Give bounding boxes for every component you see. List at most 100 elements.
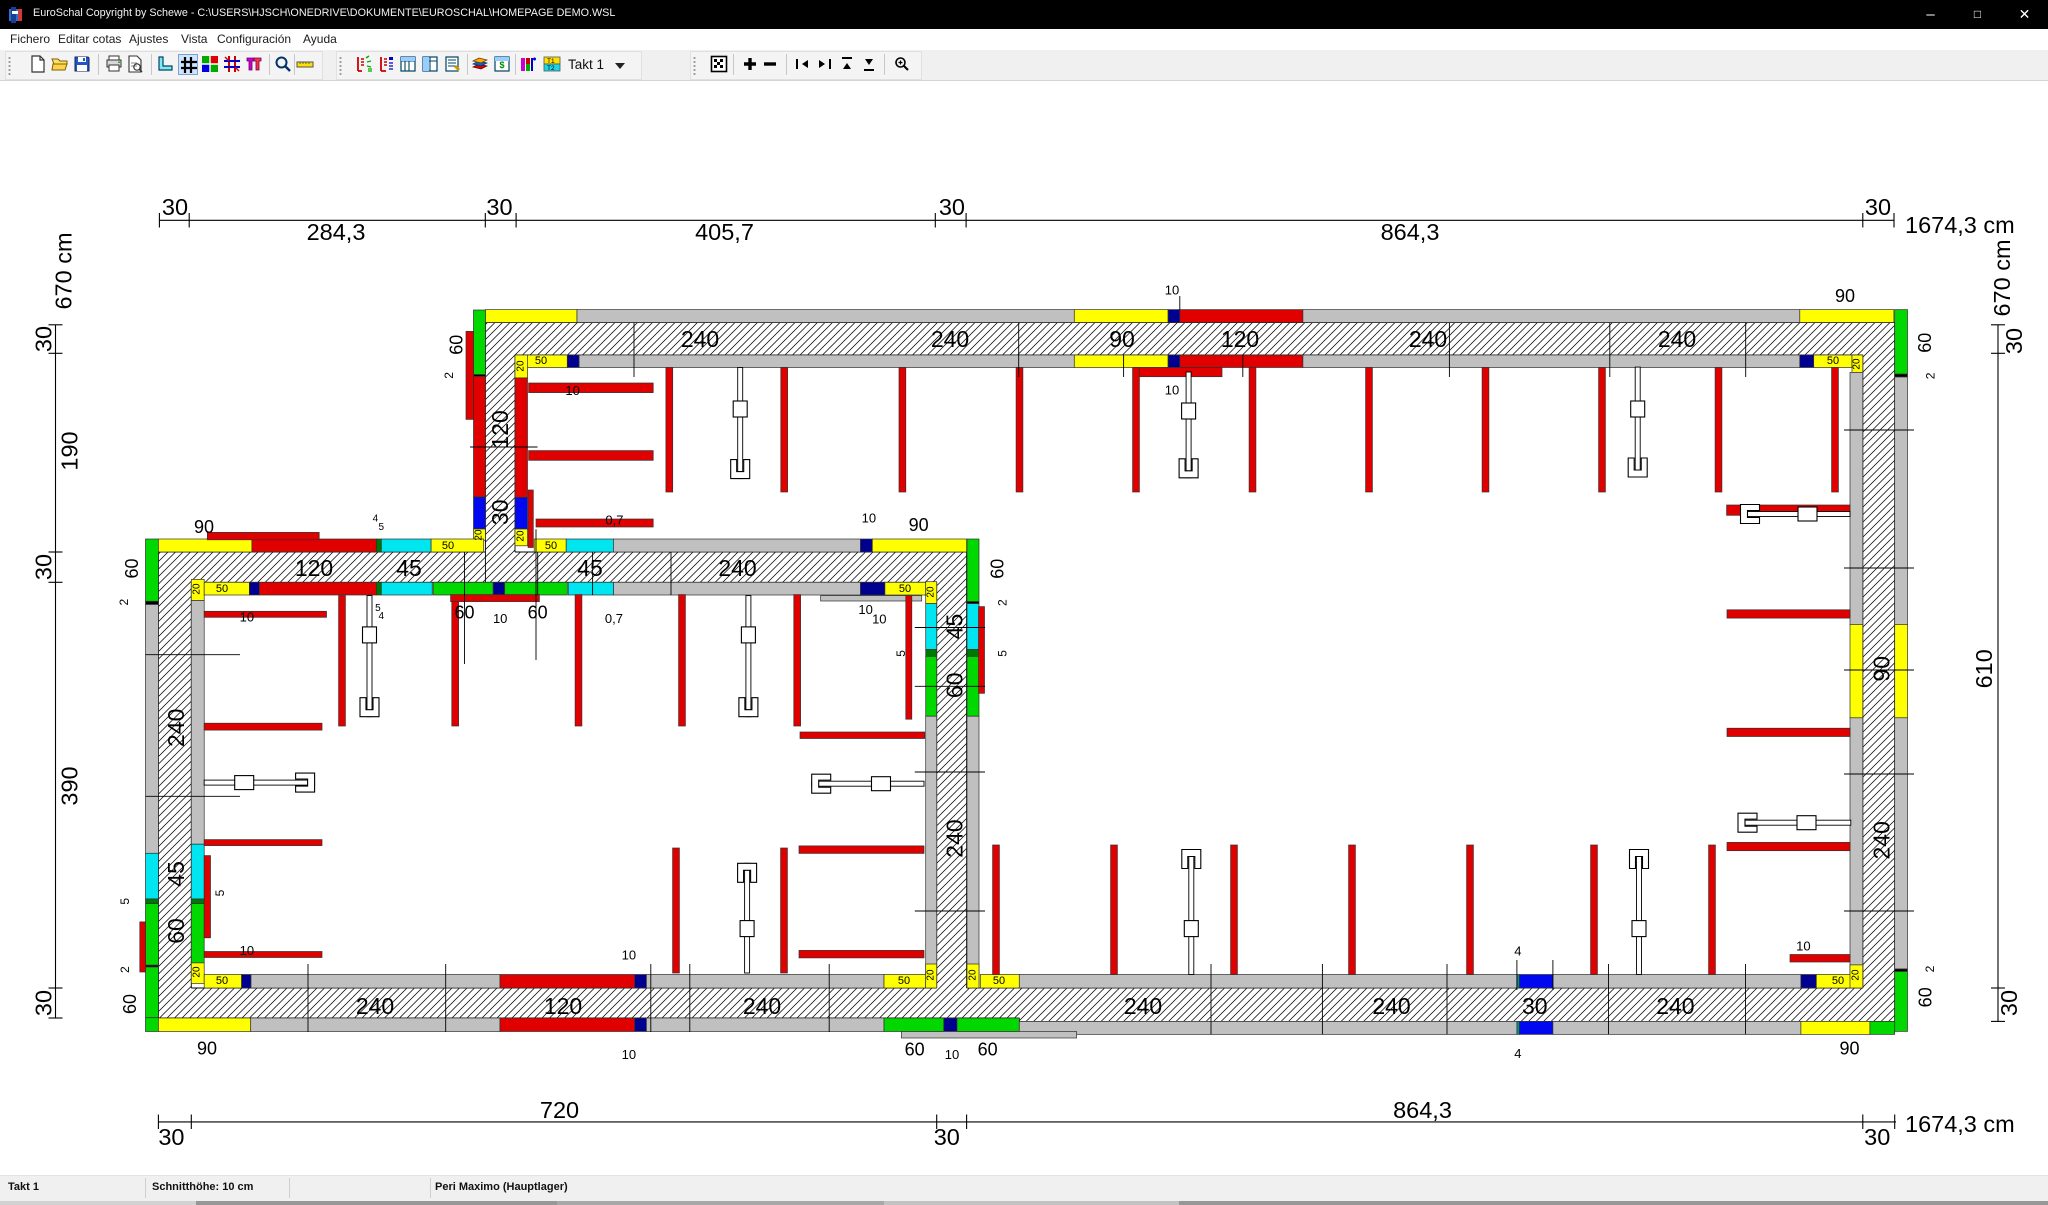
svg-text:240: 240 <box>356 993 394 1019</box>
svg-text:240: 240 <box>743 993 781 1019</box>
svg-text:0,7: 0,7 <box>605 513 623 528</box>
svg-text:50: 50 <box>535 355 547 367</box>
svg-text:20: 20 <box>926 969 937 981</box>
svg-text:10: 10 <box>1165 283 1179 298</box>
svg-text:240: 240 <box>1656 993 1694 1019</box>
svg-text:30: 30 <box>1864 1124 1890 1150</box>
svg-text:20: 20 <box>516 360 527 372</box>
svg-text:240: 240 <box>718 555 756 581</box>
svg-text:20: 20 <box>968 969 979 981</box>
svg-text:10: 10 <box>1165 383 1179 398</box>
svg-text:2: 2 <box>1923 965 1937 972</box>
svg-text:390: 390 <box>56 766 82 805</box>
svg-text:670 cm: 670 cm <box>51 232 77 309</box>
svg-text:240: 240 <box>163 709 189 747</box>
svg-text:10: 10 <box>240 610 254 625</box>
svg-text:30: 30 <box>31 990 57 1016</box>
svg-text:120: 120 <box>487 410 513 448</box>
svg-text:2: 2 <box>442 372 456 379</box>
svg-text:10: 10 <box>622 1047 636 1062</box>
svg-text:30: 30 <box>934 1124 960 1150</box>
svg-text:90: 90 <box>1839 1038 1859 1058</box>
svg-text:50: 50 <box>1827 355 1839 367</box>
svg-text:5: 5 <box>213 889 227 896</box>
svg-text:50: 50 <box>898 975 910 987</box>
svg-text:60: 60 <box>1915 333 1935 353</box>
svg-text:4: 4 <box>1514 944 1521 959</box>
svg-text:60: 60 <box>446 335 466 355</box>
svg-text:10: 10 <box>493 611 507 626</box>
svg-text:30: 30 <box>162 194 188 220</box>
svg-text:20: 20 <box>192 966 203 978</box>
svg-text:50: 50 <box>216 583 228 595</box>
svg-text:60: 60 <box>978 1040 998 1060</box>
svg-text:90: 90 <box>1835 286 1855 306</box>
svg-text:30: 30 <box>1522 993 1548 1019</box>
svg-text:T1: T1 <box>547 58 555 65</box>
svg-text:30: 30 <box>1865 194 1891 220</box>
svg-text:10: 10 <box>622 947 636 962</box>
svg-text:120: 120 <box>544 993 582 1019</box>
svg-text:60: 60 <box>454 603 474 623</box>
svg-text:30: 30 <box>486 194 512 220</box>
svg-text:50: 50 <box>545 540 557 552</box>
svg-text:2: 2 <box>117 599 131 606</box>
svg-text:2: 2 <box>118 966 132 973</box>
svg-text:90: 90 <box>1869 656 1895 682</box>
svg-text:30: 30 <box>2001 328 2027 354</box>
svg-text:20: 20 <box>474 529 485 541</box>
svg-text:10: 10 <box>872 612 886 627</box>
svg-text:120: 120 <box>295 555 333 581</box>
svg-text:90: 90 <box>1109 326 1135 352</box>
svg-text:2: 2 <box>1924 372 1938 379</box>
svg-text:50: 50 <box>216 975 228 987</box>
svg-text:5: 5 <box>995 650 1009 657</box>
svg-text:10: 10 <box>240 943 254 958</box>
svg-text:30: 30 <box>158 1124 184 1150</box>
svg-text:20: 20 <box>1852 358 1863 370</box>
svg-text:240: 240 <box>942 819 968 857</box>
svg-text:20: 20 <box>192 583 203 595</box>
svg-text:60: 60 <box>905 1040 925 1060</box>
svg-text:20: 20 <box>1851 969 1862 981</box>
svg-text:120: 120 <box>1221 326 1259 352</box>
svg-text:1674,3 cm: 1674,3 cm <box>1905 1111 2015 1137</box>
svg-text:50: 50 <box>993 975 1005 987</box>
svg-text:5: 5 <box>894 650 908 657</box>
svg-text:4: 4 <box>1514 1046 1521 1061</box>
svg-text:45: 45 <box>577 555 603 581</box>
svg-text:2: 2 <box>995 599 1009 606</box>
svg-text:10: 10 <box>858 602 872 617</box>
svg-text:45: 45 <box>163 861 189 887</box>
svg-text:240: 240 <box>1124 993 1162 1019</box>
svg-text:30: 30 <box>939 194 965 220</box>
svg-text:50: 50 <box>899 583 911 595</box>
svg-text:610: 610 <box>1971 649 1997 688</box>
svg-text:0,7: 0,7 <box>605 611 623 626</box>
svg-text:10: 10 <box>945 1047 959 1062</box>
svg-text:4: 4 <box>379 611 385 622</box>
svg-text:$: $ <box>499 60 504 70</box>
svg-text:45: 45 <box>396 555 422 581</box>
svg-text:60: 60 <box>987 559 1007 579</box>
svg-text:60: 60 <box>163 918 189 944</box>
svg-text:50: 50 <box>1832 975 1844 987</box>
svg-text:60: 60 <box>1916 987 1936 1007</box>
svg-text:90: 90 <box>197 1039 217 1059</box>
svg-text:5: 5 <box>379 522 385 533</box>
svg-text:240: 240 <box>1372 993 1410 1019</box>
svg-text:1674,3 cm: 1674,3 cm <box>1905 212 2015 238</box>
svg-text:30: 30 <box>487 500 513 526</box>
svg-text:864,3: 864,3 <box>1393 1097 1452 1123</box>
svg-text:T2: T2 <box>547 65 555 72</box>
svg-text:60: 60 <box>122 558 142 578</box>
svg-text:50: 50 <box>442 540 454 552</box>
svg-text:20: 20 <box>926 586 937 598</box>
svg-text:30: 30 <box>1996 990 2022 1016</box>
svg-text:284,3: 284,3 <box>307 219 366 245</box>
svg-text:720: 720 <box>540 1097 579 1123</box>
svg-text:90: 90 <box>909 515 929 535</box>
svg-text:90: 90 <box>194 517 214 537</box>
svg-text:240: 240 <box>1658 326 1696 352</box>
svg-text:240: 240 <box>931 326 969 352</box>
